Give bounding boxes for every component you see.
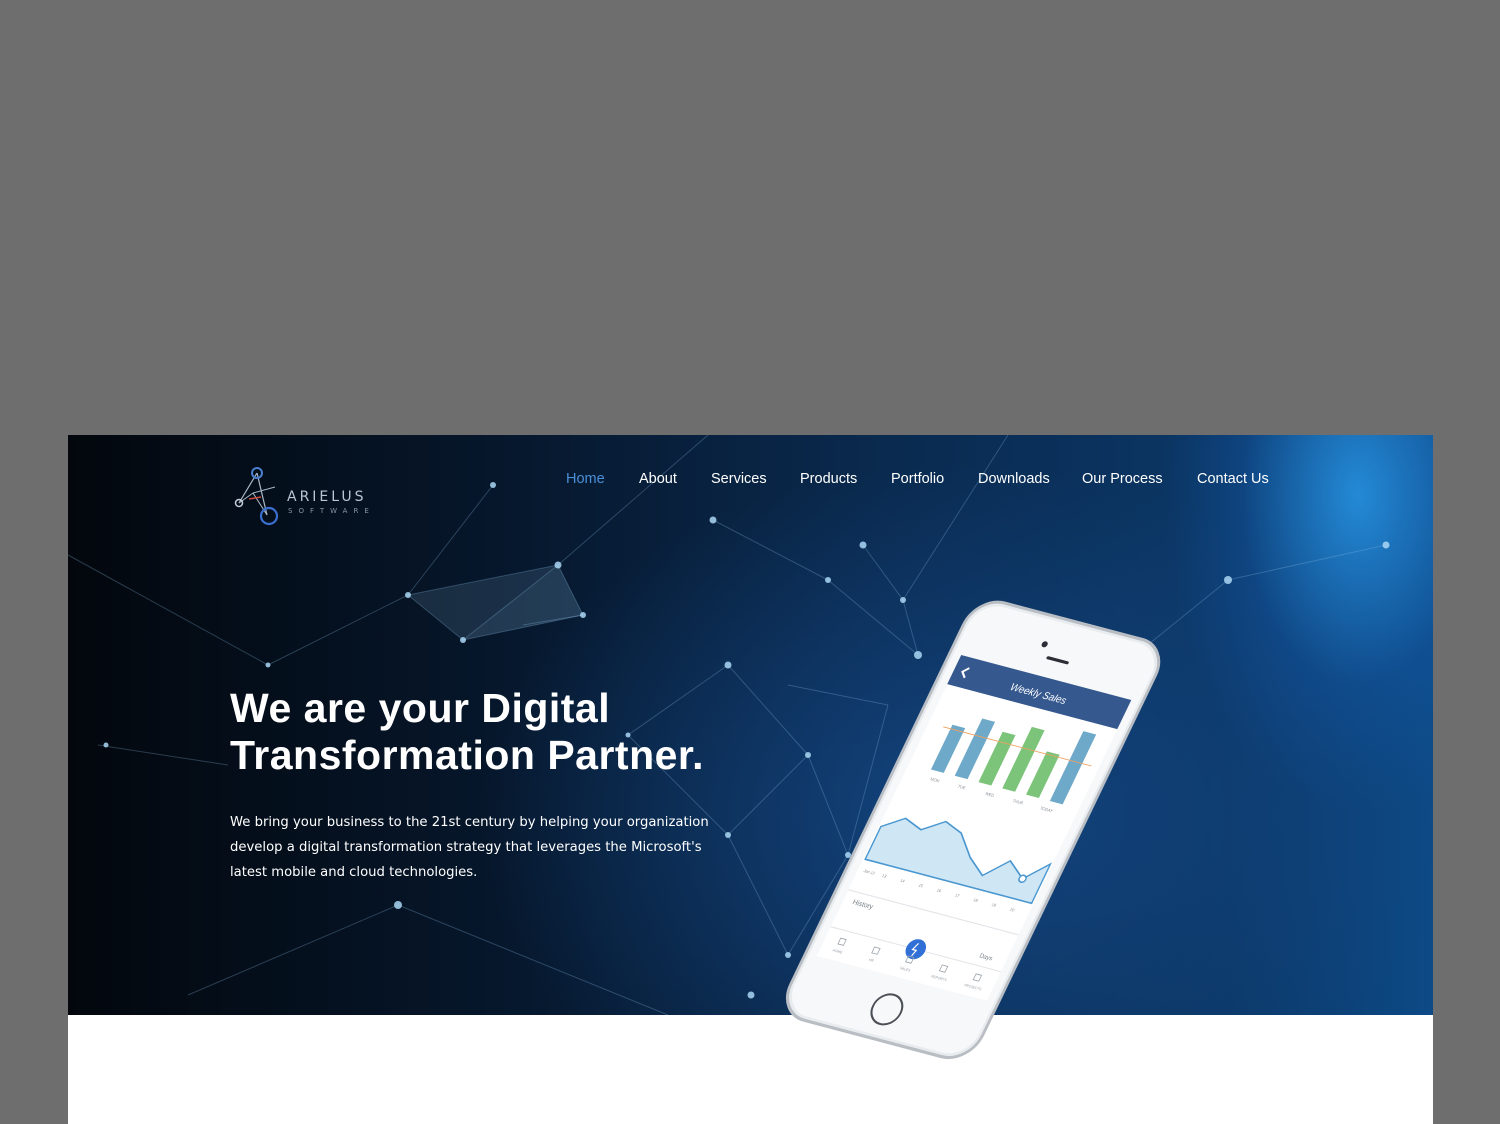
nav-services[interactable]: Services [711, 471, 767, 487]
website-frame: ARIELUS SOFTWARE Home About Services Pro… [68, 435, 1433, 1124]
nav-our-process[interactable]: Our Process [1082, 471, 1163, 487]
nav-portfolio[interactable]: Portfolio [891, 471, 944, 487]
hero-intro-text: We bring your business to the 21st centu… [230, 815, 709, 880]
nav-downloads[interactable]: Downloads [978, 471, 1050, 487]
nav-about[interactable]: About [639, 471, 677, 487]
logo-tagline: SOFTWARE [288, 507, 375, 515]
hero-headline: We are your Digital Transformation Partn… [230, 685, 704, 779]
nav-home[interactable]: Home [566, 471, 605, 487]
main-navigation: Home About Services Products Portfolio D… [68, 471, 1433, 493]
nav-products[interactable]: Products [800, 471, 857, 487]
headline-line-2: Transformation Partner. [230, 732, 705, 778]
nav-contact-us[interactable]: Contact Us [1197, 471, 1269, 487]
phone-mockup-image: Weekly Sales MON TUE WED THUR TODAY Jan 12 13… [785, 595, 1248, 1095]
headline-line-1: We are your Digital [230, 685, 611, 731]
